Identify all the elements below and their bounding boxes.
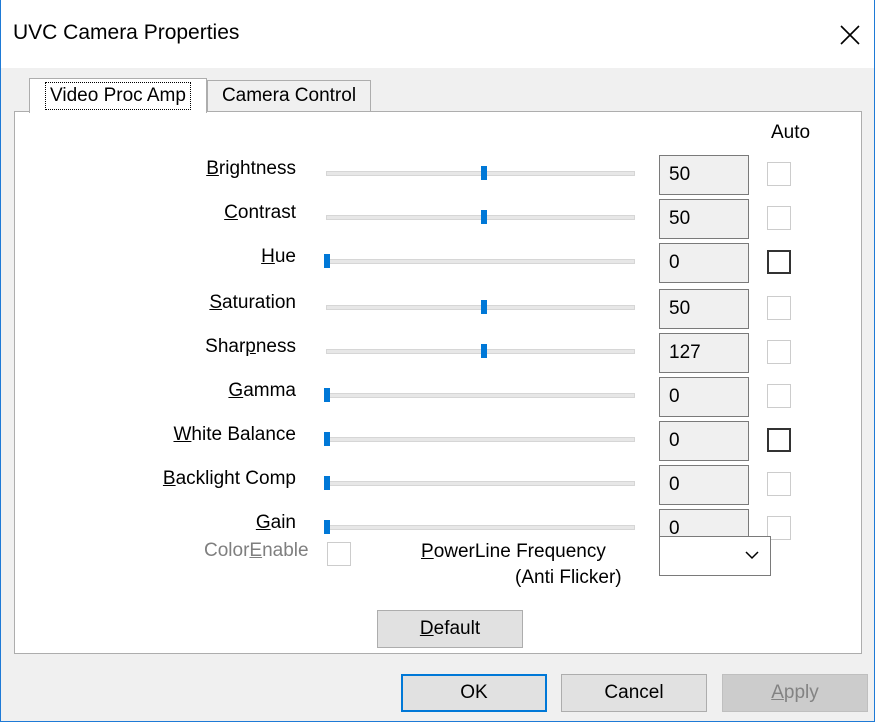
property-slider-thumb[interactable] xyxy=(324,254,330,268)
property-label: Saturation xyxy=(209,292,296,313)
property-label: Sharpness xyxy=(205,336,296,357)
property-slider-thumb[interactable] xyxy=(480,300,487,314)
title-bar: UVC Camera Properties xyxy=(1,0,874,68)
property-slider-track[interactable] xyxy=(326,259,635,264)
tab-label: Camera Control xyxy=(221,85,357,106)
color-enable-checkbox[interactable] xyxy=(327,542,351,566)
property-label: Backlight Comp xyxy=(162,468,296,489)
auto-checkbox[interactable] xyxy=(767,206,791,230)
property-slider-thumb[interactable] xyxy=(480,344,487,358)
color-enable-label: ColorEnable xyxy=(204,540,309,561)
property-slider-thumb[interactable] xyxy=(480,166,487,180)
property-label: Hue xyxy=(261,246,296,267)
property-slider-track[interactable] xyxy=(326,481,635,486)
apply-button[interactable]: Apply xyxy=(722,674,868,712)
auto-checkbox[interactable] xyxy=(767,296,791,320)
auto-checkbox[interactable] xyxy=(767,384,791,408)
auto-checkbox[interactable] xyxy=(767,472,791,496)
property-label: Contrast xyxy=(224,202,296,223)
property-label: White Balance xyxy=(173,424,296,445)
property-slider-thumb[interactable] xyxy=(324,520,330,534)
default-button[interactable]: Default xyxy=(377,610,523,648)
property-slider-track[interactable] xyxy=(326,525,635,530)
chevron-down-icon xyxy=(744,547,760,569)
auto-checkbox[interactable] xyxy=(767,428,791,452)
ok-button[interactable]: OK xyxy=(401,674,547,712)
property-value-field[interactable]: 0 xyxy=(659,377,749,417)
tab-video-proc-amp[interactable]: Video Proc Amp xyxy=(29,78,207,113)
powerline-frequency-select[interactable] xyxy=(659,536,771,576)
property-label: Gain xyxy=(255,512,296,533)
cancel-button[interactable]: Cancel xyxy=(561,674,707,712)
close-icon[interactable] xyxy=(833,18,867,52)
auto-checkbox[interactable] xyxy=(767,340,791,364)
powerline-label: PowerLine Frequency xyxy=(421,541,606,562)
tab-label: Video Proc Amp xyxy=(45,82,191,110)
property-slider-thumb[interactable] xyxy=(324,476,330,490)
property-value-field[interactable]: 127 xyxy=(659,333,749,373)
auto-column-header: Auto xyxy=(771,122,811,143)
property-value-field[interactable]: 50 xyxy=(659,155,749,195)
property-value-field[interactable]: 50 xyxy=(659,289,749,329)
auto-checkbox[interactable] xyxy=(767,250,791,274)
property-value-field[interactable]: 50 xyxy=(659,199,749,239)
property-value-field[interactable]: 0 xyxy=(659,421,749,461)
dialog-window: UVC Camera Properties Video Proc Amp Cam… xyxy=(0,0,875,722)
auto-checkbox[interactable] xyxy=(767,162,791,186)
property-label: Gamma xyxy=(228,380,296,401)
property-slider-track[interactable] xyxy=(326,393,635,398)
window-title: UVC Camera Properties xyxy=(13,21,240,44)
tab-camera-control[interactable]: Camera Control xyxy=(207,80,371,111)
property-slider-thumb[interactable] xyxy=(324,388,330,402)
property-slider-thumb[interactable] xyxy=(480,210,487,224)
powerline-label-line2: (Anti Flicker) xyxy=(515,567,622,588)
property-value-field[interactable]: 0 xyxy=(659,243,749,283)
property-label: Brightness xyxy=(206,158,296,179)
property-value-field[interactable]: 0 xyxy=(659,465,749,505)
property-slider-thumb[interactable] xyxy=(324,432,330,446)
property-slider-track[interactable] xyxy=(326,437,635,442)
